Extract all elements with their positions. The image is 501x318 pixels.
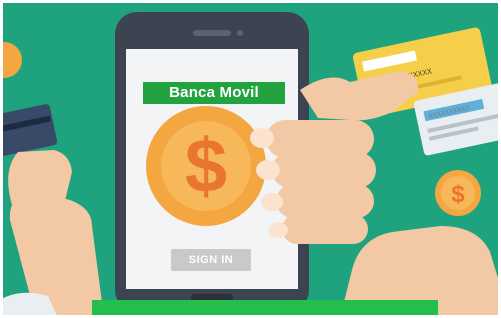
coin-right: $ bbox=[435, 170, 481, 216]
svg-text:$: $ bbox=[451, 181, 465, 208]
coin-main: $ bbox=[146, 106, 266, 226]
phone-speaker bbox=[193, 30, 231, 36]
sign-in-button: SIGN IN bbox=[171, 249, 251, 271]
svg-text:$: $ bbox=[185, 124, 227, 209]
app-title-label: Banca Movil bbox=[143, 82, 285, 104]
phone-camera bbox=[237, 30, 243, 36]
